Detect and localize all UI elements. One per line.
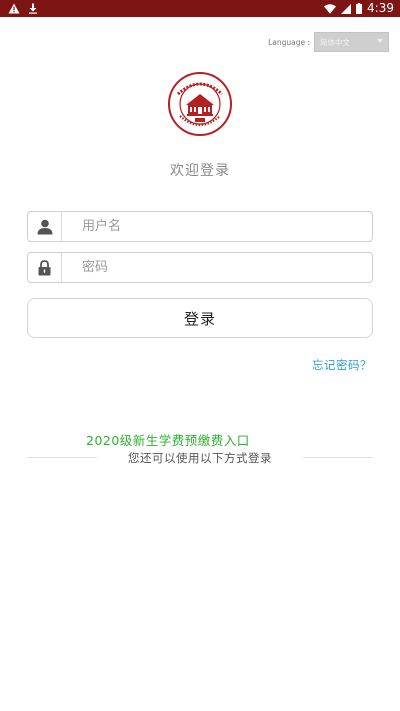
language-row: Language : 简体中文 [268,32,389,52]
university-emblem-icon [168,72,232,136]
username-field[interactable] [27,211,373,242]
password-input[interactable] [62,253,372,282]
fee-prepayment-link[interactable]: 2020级新生学费预缴费入口 [86,430,250,449]
divider-right [303,457,373,458]
chevron-down-icon [377,39,383,43]
language-select[interactable]: 简体中文 [314,32,389,52]
wifi-icon [324,3,337,14]
other-login-methods-text: 您还可以使用以下方式登录 [128,451,272,465]
login-button[interactable]: 登录 [27,298,373,338]
language-selected-value: 简体中文 [320,37,350,47]
username-input[interactable] [62,212,372,241]
status-right: 4:39 [324,0,394,17]
university-logo [168,72,232,136]
language-label: Language : [268,37,310,47]
lock-icon [28,253,62,282]
download-icon [28,3,38,14]
cellular-icon [341,3,352,14]
user-icon [28,212,62,241]
status-left [8,0,38,17]
battery-icon [356,3,363,14]
password-field[interactable] [27,252,373,283]
status-bar: 4:39 [0,0,400,17]
status-time: 4:39 [367,1,394,15]
forgot-password-link[interactable]: 忘记密码？ [312,357,372,373]
welcome-title: 欢迎登录 [170,163,230,179]
warning-icon [8,3,20,14]
